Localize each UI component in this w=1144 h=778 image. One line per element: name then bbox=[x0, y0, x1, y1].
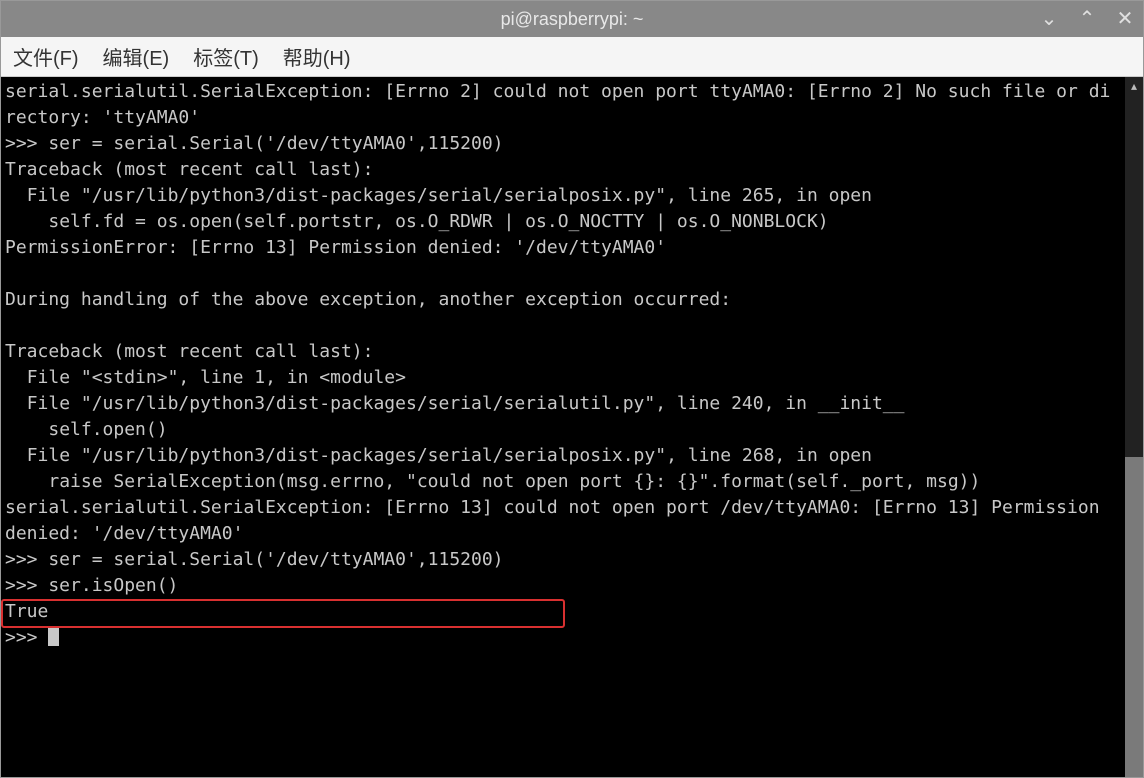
menu-file[interactable]: 文件(F) bbox=[13, 42, 79, 71]
maximize-icon[interactable]: ⌃ bbox=[1077, 9, 1097, 29]
close-icon[interactable]: ✕ bbox=[1115, 9, 1135, 29]
menu-help[interactable]: 帮助(H) bbox=[283, 42, 351, 71]
terminal-output: serial.serialutil.SerialException: [Errn… bbox=[5, 81, 1110, 648]
annotation-highlight bbox=[1, 599, 565, 628]
menubar: 文件(F) 编辑(E) 标签(T) 帮助(H) bbox=[1, 37, 1143, 77]
cursor-icon bbox=[48, 626, 59, 646]
terminal[interactable]: serial.serialutil.SerialException: [Errn… bbox=[1, 77, 1125, 777]
scroll-thumb[interactable] bbox=[1125, 457, 1143, 777]
menu-edit[interactable]: 编辑(E) bbox=[103, 42, 170, 71]
minimize-icon[interactable]: ⌄ bbox=[1039, 9, 1059, 29]
scroll-up-icon[interactable]: ▴ bbox=[1125, 77, 1143, 95]
terminal-window: pi@raspberrypi: ~ ⌄ ⌃ ✕ 文件(F) 编辑(E) 标签(T… bbox=[0, 0, 1144, 778]
scrollbar[interactable]: ▴ bbox=[1125, 77, 1143, 777]
menu-tabs[interactable]: 标签(T) bbox=[193, 42, 259, 71]
titlebar[interactable]: pi@raspberrypi: ~ ⌄ ⌃ ✕ bbox=[1, 1, 1143, 37]
window-controls: ⌄ ⌃ ✕ bbox=[1039, 9, 1135, 29]
window-title: pi@raspberrypi: ~ bbox=[501, 9, 644, 30]
terminal-area: serial.serialutil.SerialException: [Errn… bbox=[1, 77, 1143, 777]
